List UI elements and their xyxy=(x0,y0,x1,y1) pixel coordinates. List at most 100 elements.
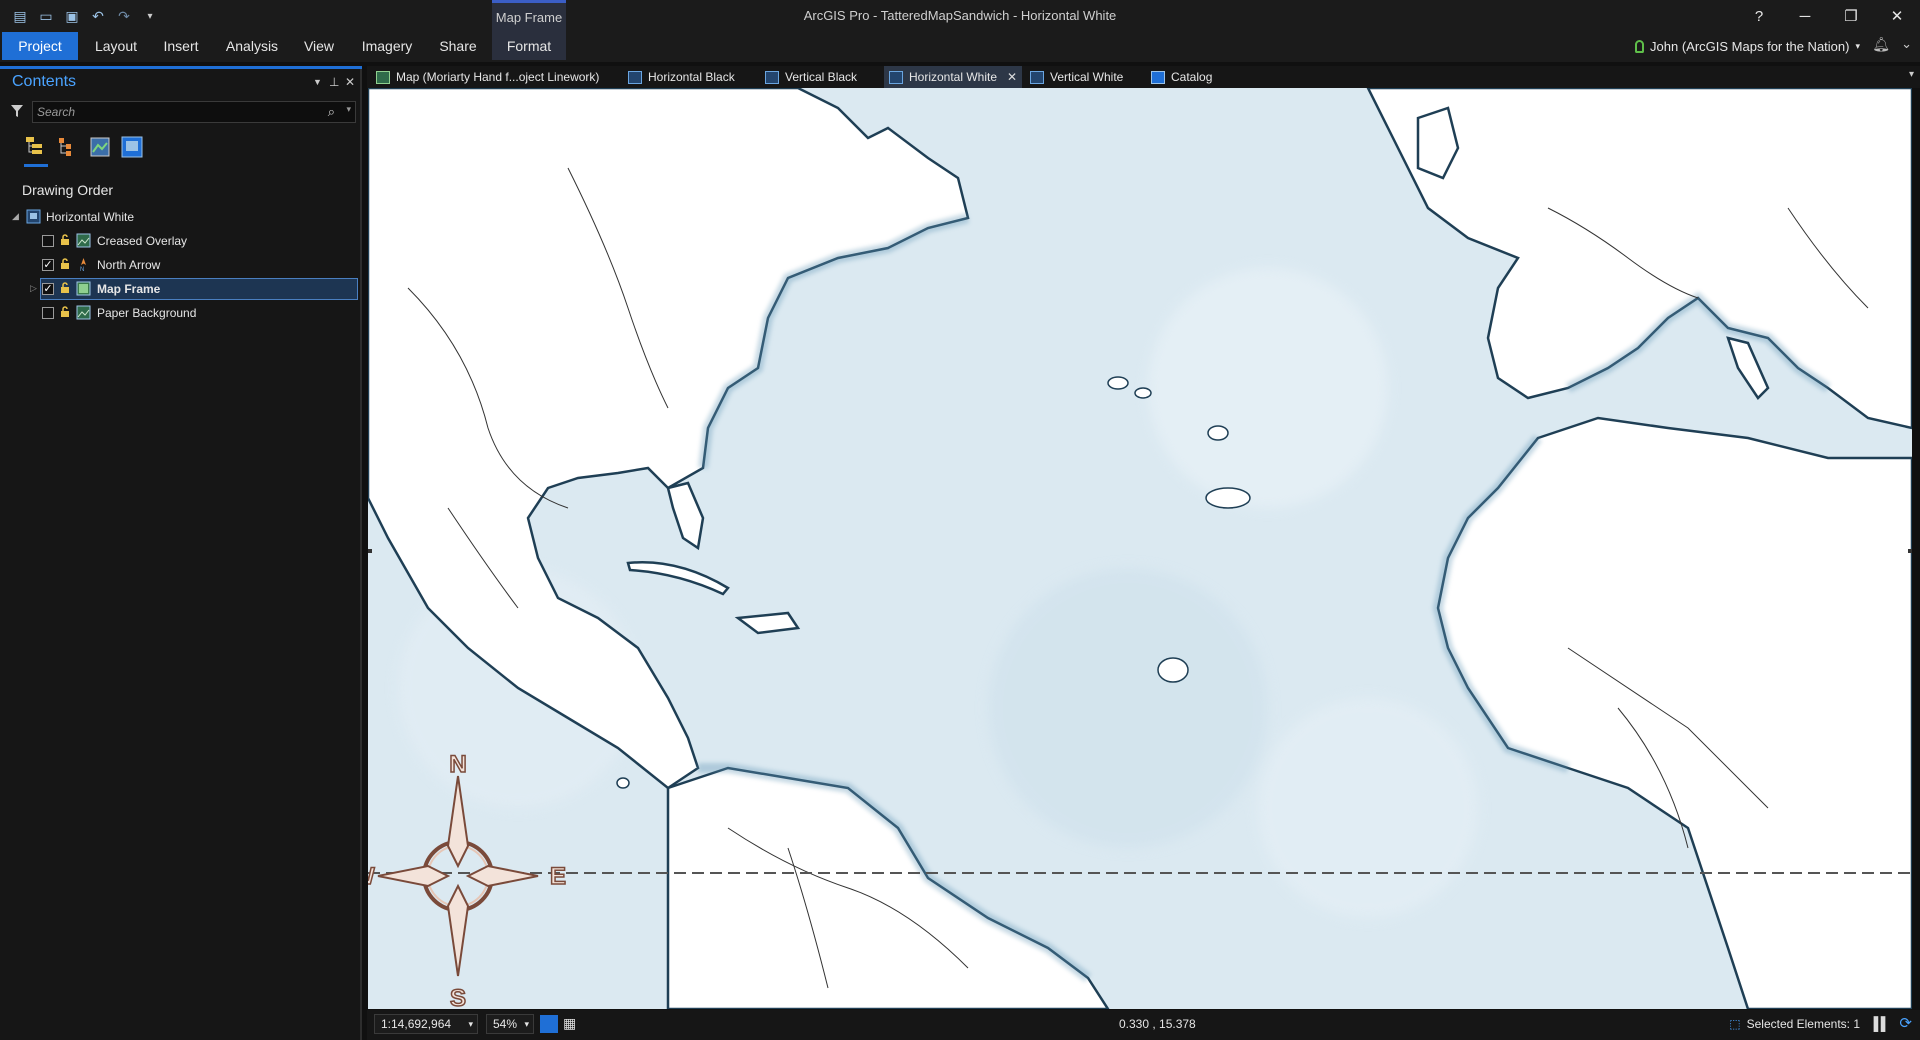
tab-label: Catalog xyxy=(1171,70,1213,84)
scale-selector[interactable]: 1:14,692,964 ▾ xyxy=(374,1014,478,1034)
tree-item-label: Map Frame xyxy=(97,282,161,296)
user-name: John (ArcGIS Maps for the Nation) xyxy=(1650,38,1850,54)
close-icon[interactable]: ✕ xyxy=(1007,70,1017,84)
picture-element-icon xyxy=(76,233,91,248)
tab-map[interactable]: Map (Moriarty Hand f...oject Linework) xyxy=(371,66,604,88)
customize-toolbar-icon[interactable]: ▾ xyxy=(140,6,160,26)
lock-icon[interactable] xyxy=(60,282,70,294)
app-title: ArcGIS Pro - TatteredMapSandwich - Horiz… xyxy=(803,8,1117,23)
tab-vertical-black[interactable]: Vertical Black xyxy=(760,66,862,88)
search-box: ⌕ ▾ xyxy=(32,101,356,123)
selected-elements[interactable]: ⬚ Selected Elements: 1 xyxy=(1729,1017,1860,1031)
close-button[interactable]: ✕ xyxy=(1874,0,1920,32)
tab-layout[interactable]: Layout xyxy=(90,32,142,60)
selected-count: Selected Elements: 1 xyxy=(1746,1017,1860,1031)
map-frame-view[interactable]: N S E W xyxy=(368,88,1912,1009)
filter-icon[interactable] xyxy=(10,104,24,121)
restore-button[interactable]: ❐ xyxy=(1828,0,1874,32)
tree-item-north-arrow[interactable]: ✓ N North Arrow xyxy=(0,254,362,276)
chevron-down-icon: ▾ xyxy=(468,1019,473,1029)
tree-root-layout[interactable]: ◢ Horizontal White xyxy=(0,206,362,228)
grid-icon[interactable]: ▦ xyxy=(563,1015,576,1032)
tab-label: Horizontal Black xyxy=(648,70,735,84)
chevron-down-icon[interactable]: ▾ xyxy=(346,104,351,115)
tab-analysis[interactable]: Analysis xyxy=(220,32,284,60)
quick-access-toolbar: ▤ ▭ ▣ ↶ ↷ ▾ xyxy=(10,6,160,26)
tab-project[interactable]: Project xyxy=(2,32,78,60)
lock-icon[interactable] xyxy=(60,306,70,318)
layout-icon xyxy=(765,70,779,84)
tree-item-label: Creased Overlay xyxy=(97,234,188,248)
svg-text:N: N xyxy=(80,267,84,272)
list-by-frame-button[interactable] xyxy=(120,135,144,159)
snapping-icon[interactable] xyxy=(540,1015,558,1033)
pause-drawing-icon[interactable]: ▌▌ xyxy=(1874,1016,1890,1031)
visibility-checkbox[interactable] xyxy=(42,235,54,247)
tree-item-creased-overlay[interactable]: Creased Overlay xyxy=(0,230,362,252)
cape-verde xyxy=(1157,657,1189,683)
undo-icon[interactable]: ↶ xyxy=(88,6,108,26)
expand-icon[interactable]: ▷ xyxy=(30,283,37,294)
search-input[interactable] xyxy=(37,104,317,120)
tab-vertical-white[interactable]: Vertical White xyxy=(1025,66,1128,88)
close-icon[interactable]: ✕ xyxy=(345,75,355,89)
user-account[interactable]: John (ArcGIS Maps for the Nation) ▾ xyxy=(1635,32,1860,60)
chevron-down-icon[interactable]: ▾ xyxy=(1909,69,1914,80)
north-arrow-icon: N xyxy=(80,258,86,272)
user-status-icon xyxy=(1635,39,1645,53)
canary-islands xyxy=(1205,487,1251,509)
tab-imagery[interactable]: Imagery xyxy=(354,32,420,60)
save-icon[interactable]: ▣ xyxy=(62,6,82,26)
layout-icon xyxy=(628,70,642,84)
lock-icon[interactable] xyxy=(60,258,70,270)
selection-handle[interactable] xyxy=(1908,549,1912,553)
pane-options-icon[interactable]: ▼ xyxy=(313,77,322,87)
tab-share[interactable]: Share xyxy=(434,32,482,60)
catalog-icon xyxy=(1151,70,1165,84)
redo-icon[interactable]: ↷ xyxy=(114,6,134,26)
tab-insert[interactable]: Insert xyxy=(156,32,206,60)
title-bar: ▤ ▭ ▣ ↶ ↷ ▾ Map Frame ArcGIS Pro - Tatte… xyxy=(0,0,1920,32)
refresh-icon[interactable]: ⟳ xyxy=(1899,1014,1912,1032)
chevron-down-icon[interactable]: ⌄ xyxy=(1901,36,1912,52)
tree-item-paper-background[interactable]: Paper Background xyxy=(0,302,362,324)
selection-icon: ⬚ xyxy=(1729,1017,1741,1031)
tab-label: Vertical White xyxy=(1050,70,1124,84)
open-project-icon[interactable]: ▭ xyxy=(36,6,56,26)
cursor-coordinates: 0.330 , 15.378 xyxy=(1119,1017,1196,1031)
notification-bell-icon[interactable]: 🔔︎ xyxy=(1872,36,1890,53)
contents-pane: Contents ▼ ⊥ ✕ ⌕ ▾ Drawing Order ◢ Horiz… xyxy=(0,66,362,1040)
tab-format[interactable]: Format xyxy=(492,32,566,60)
visibility-checkbox[interactable]: ✓ xyxy=(42,283,54,295)
tree-item-map-frame[interactable]: ▷ ✓ Map Frame xyxy=(0,278,362,300)
layout-icon xyxy=(26,209,41,224)
search-icon[interactable]: ⌕ xyxy=(328,104,335,120)
tab-horizontal-white[interactable]: Horizontal White ✕ xyxy=(884,66,1023,88)
tree-root-label: Horizontal White xyxy=(46,210,135,224)
list-by-drawing-order-button[interactable] xyxy=(24,135,48,167)
minimize-button[interactable]: ─ xyxy=(1782,0,1828,32)
compass-label-s: S xyxy=(450,985,466,1009)
tab-catalog[interactable]: Catalog xyxy=(1146,66,1217,88)
visibility-checkbox[interactable] xyxy=(42,307,54,319)
collapse-icon[interactable]: ◢ xyxy=(12,211,19,222)
status-bar: 1:14,692,964 ▾ 54% ▾ ▦ 0.330 , 15.378 ⬚ … xyxy=(367,1010,1920,1040)
layout-icon xyxy=(889,70,903,84)
selection-handle[interactable] xyxy=(368,549,372,553)
context-tab-group: Map Frame xyxy=(492,0,566,32)
tab-horizontal-black[interactable]: Horizontal Black xyxy=(623,66,740,88)
tree-item-label: Paper Background xyxy=(97,306,197,320)
tree-item-label: North Arrow xyxy=(97,258,161,272)
visibility-checkbox[interactable]: ✓ xyxy=(42,259,54,271)
pin-icon[interactable]: ⊥ xyxy=(329,75,339,89)
contents-header: Contents ▼ ⊥ ✕ xyxy=(0,66,362,92)
tab-view[interactable]: View xyxy=(298,32,340,60)
zoom-value: 54% xyxy=(493,1017,518,1031)
zoom-selector[interactable]: 54% ▾ xyxy=(486,1014,534,1034)
list-by-type-button[interactable] xyxy=(88,135,112,159)
list-by-selection-button[interactable] xyxy=(56,135,80,159)
new-project-icon[interactable]: ▤ xyxy=(10,6,30,26)
help-button[interactable]: ? xyxy=(1736,0,1782,32)
chevron-down-icon: ▾ xyxy=(524,1019,529,1029)
lock-icon[interactable] xyxy=(60,234,70,246)
